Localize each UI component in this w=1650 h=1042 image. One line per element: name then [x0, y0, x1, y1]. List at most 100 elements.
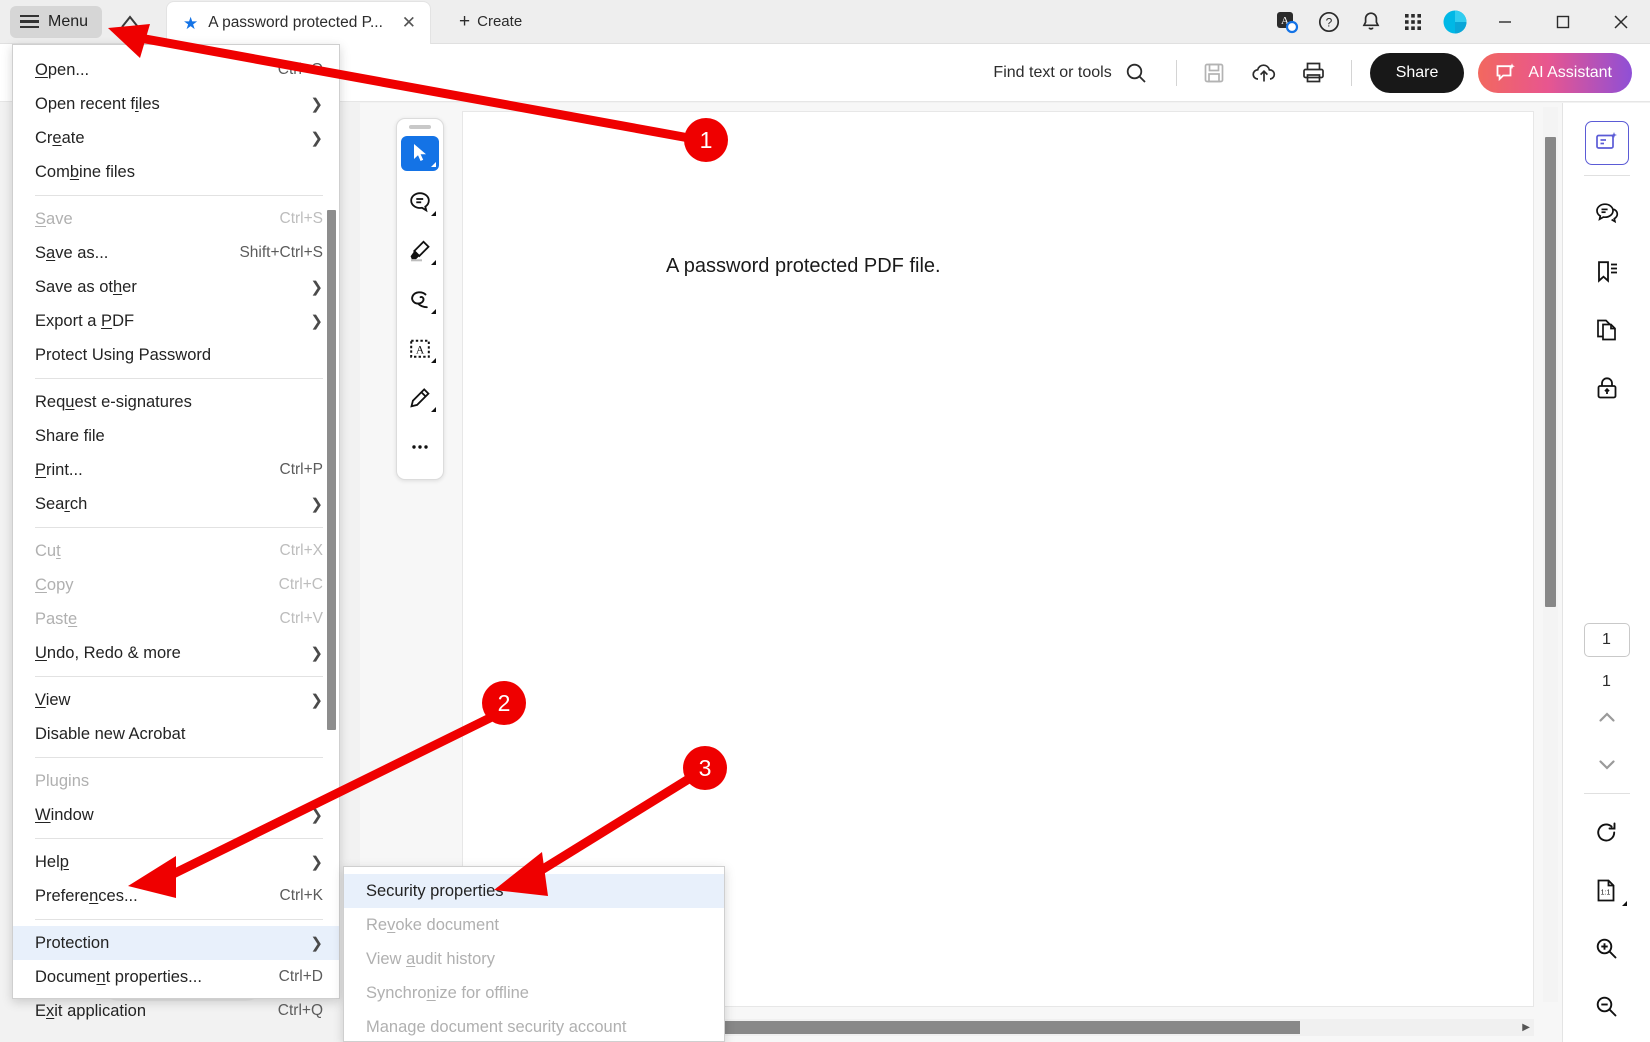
ai-assistant-button[interactable]: AI Assistant	[1478, 53, 1632, 93]
menu-item-combine-files[interactable]: Combine files	[13, 155, 339, 189]
menu-item-save-as-other[interactable]: Save as other❯	[13, 270, 339, 304]
menu-item-plugins: Plugins	[13, 764, 339, 798]
save-icon[interactable]	[1189, 51, 1239, 95]
highlight-tool[interactable]	[401, 234, 439, 269]
tool-expand-caret[interactable]	[431, 358, 436, 363]
tab-title: A password protected P...	[208, 14, 388, 32]
menu-button-label: Menu	[48, 13, 88, 31]
print-icon[interactable]	[1289, 51, 1339, 95]
close-button[interactable]	[1592, 0, 1650, 44]
menu-item-preferences[interactable]: Preferences...Ctrl+K	[13, 879, 339, 913]
search-icon	[1124, 61, 1148, 85]
menu-item-window[interactable]: Window❯	[13, 798, 339, 832]
drag-handle[interactable]	[409, 125, 431, 129]
ai-assistant-icon[interactable]	[1585, 121, 1629, 165]
menu-item-search[interactable]: Search❯	[13, 487, 339, 521]
tool-expand-caret[interactable]	[431, 162, 436, 167]
menu-separator	[35, 757, 323, 758]
fit-expand-caret[interactable]	[1622, 901, 1627, 906]
menu-item-label: Request e-signatures	[35, 393, 323, 412]
vertical-scrollbar-thumb[interactable]	[1545, 137, 1556, 607]
menu-item-label: Print...	[35, 461, 280, 480]
maximize-button[interactable]	[1534, 0, 1592, 44]
chevron-right-icon: ❯	[310, 312, 323, 330]
document-tab[interactable]: ★ A password protected P... ✕	[166, 1, 431, 44]
acrobat-status-icon[interactable]: A	[1266, 0, 1308, 44]
tool-expand-caret[interactable]	[431, 407, 436, 412]
menu-item-save: SaveCtrl+S	[13, 202, 339, 236]
select-tool[interactable]	[401, 136, 439, 171]
next-page-button[interactable]	[1585, 745, 1629, 783]
menu-item-protection[interactable]: Protection❯	[13, 926, 339, 960]
menu-item-protect-using-password[interactable]: Protect Using Password	[13, 338, 339, 372]
menu-item-label: Save	[35, 210, 280, 229]
help-icon[interactable]: ?	[1308, 0, 1350, 44]
menu-item-label: Export a PDF	[35, 312, 310, 331]
home-icon[interactable]	[116, 8, 144, 36]
zoom-in-icon[interactable]	[1585, 926, 1629, 970]
star-icon: ★	[183, 15, 198, 32]
page-number-input[interactable]: 1	[1584, 623, 1630, 657]
rotate-icon[interactable]	[1585, 810, 1629, 854]
menu-item-shortcut: Ctrl+D	[279, 968, 323, 986]
tool-expand-caret[interactable]	[431, 211, 436, 216]
menu-item-shortcut: Ctrl+X	[280, 542, 324, 560]
submenu-item-security-properties[interactable]: Security properties	[344, 874, 724, 908]
menu-item-view[interactable]: View❯	[13, 683, 339, 717]
menu-separator	[35, 838, 323, 839]
menu-item-request-e-signatures[interactable]: Request e-signatures	[13, 385, 339, 419]
edit-text-tool[interactable]: A	[401, 332, 439, 367]
scroll-right-arrow-icon[interactable]: ▶	[1522, 1022, 1530, 1033]
submenu-item-view-audit-history: View audit history	[344, 942, 724, 976]
menu-item-label: Save as...	[35, 244, 239, 263]
vertical-scrollbar[interactable]	[1543, 107, 1558, 1002]
minimize-button[interactable]	[1476, 0, 1534, 44]
menu-item-shortcut: Ctrl+C	[279, 576, 323, 594]
menu-item-save-as[interactable]: Save as...Shift+Ctrl+S	[13, 236, 339, 270]
create-tab-button[interactable]: + Create	[445, 6, 536, 38]
pages-icon[interactable]	[1585, 308, 1629, 352]
menu-item-help[interactable]: Help❯	[13, 845, 339, 879]
previous-page-button[interactable]	[1585, 699, 1629, 737]
menu-item-open-recent-files[interactable]: Open recent files❯	[13, 87, 339, 121]
menu-item-label: Share file	[35, 427, 323, 446]
fit-one-to-one-icon[interactable]: 1:1	[1585, 868, 1629, 912]
menu-item-label: Create	[35, 129, 310, 148]
upload-cloud-icon[interactable]	[1239, 51, 1289, 95]
menu-item-document-properties[interactable]: Document properties...Ctrl+D	[13, 960, 339, 994]
menu-item-label: Exit application	[35, 1002, 278, 1021]
avatar[interactable]	[1434, 0, 1476, 44]
notifications-icon[interactable]	[1350, 0, 1392, 44]
menu-button[interactable]: Menu	[10, 6, 102, 38]
menu-item-disable-new-acrobat[interactable]: Disable new Acrobat	[13, 717, 339, 751]
comment-tool[interactable]	[401, 185, 439, 220]
menu-item-open[interactable]: Open...Ctrl+O	[13, 53, 339, 87]
sign-tool[interactable]	[401, 381, 439, 416]
menu-item-export-a-pdf[interactable]: Export a PDF❯	[13, 304, 339, 338]
menu-item-exit-application[interactable]: Exit applicationCtrl+Q	[13, 994, 339, 1028]
tool-expand-caret[interactable]	[431, 309, 436, 314]
close-icon[interactable]: ✕	[398, 13, 420, 33]
menu-scrollbar-thumb[interactable]	[327, 210, 336, 730]
tool-expand-caret[interactable]	[431, 260, 436, 265]
menu-item-label: Open recent files	[35, 95, 310, 114]
submenu-item-synchronize-for-offline: Synchronize for offline	[344, 976, 724, 1010]
menu-item-undo-redo-more[interactable]: Undo, Redo & more❯	[13, 636, 339, 670]
menu-item-print[interactable]: Print...Ctrl+P	[13, 453, 339, 487]
search-input[interactable]: Find text or tools	[993, 61, 1147, 85]
quick-tools-rail: A	[396, 118, 444, 480]
menu-item-label: Protect Using Password	[35, 346, 323, 365]
more-tools[interactable]	[401, 430, 439, 465]
menu-scrollbar[interactable]	[327, 210, 337, 770]
acrobat-window: Menu ★ A password protected P... ✕ + Cre…	[0, 0, 1650, 1042]
protect-icon[interactable]	[1585, 366, 1629, 410]
menu-item-share-file[interactable]: Share file	[13, 419, 339, 453]
zoom-out-icon[interactable]	[1585, 984, 1629, 1028]
bookmarks-icon[interactable]	[1585, 250, 1629, 294]
menu-item-label: Protection	[35, 934, 310, 953]
menu-item-create[interactable]: Create❯	[13, 121, 339, 155]
draw-tool[interactable]	[401, 283, 439, 318]
comments-icon[interactable]	[1585, 192, 1629, 236]
share-button[interactable]: Share	[1370, 53, 1465, 93]
app-grid-icon[interactable]	[1392, 0, 1434, 44]
